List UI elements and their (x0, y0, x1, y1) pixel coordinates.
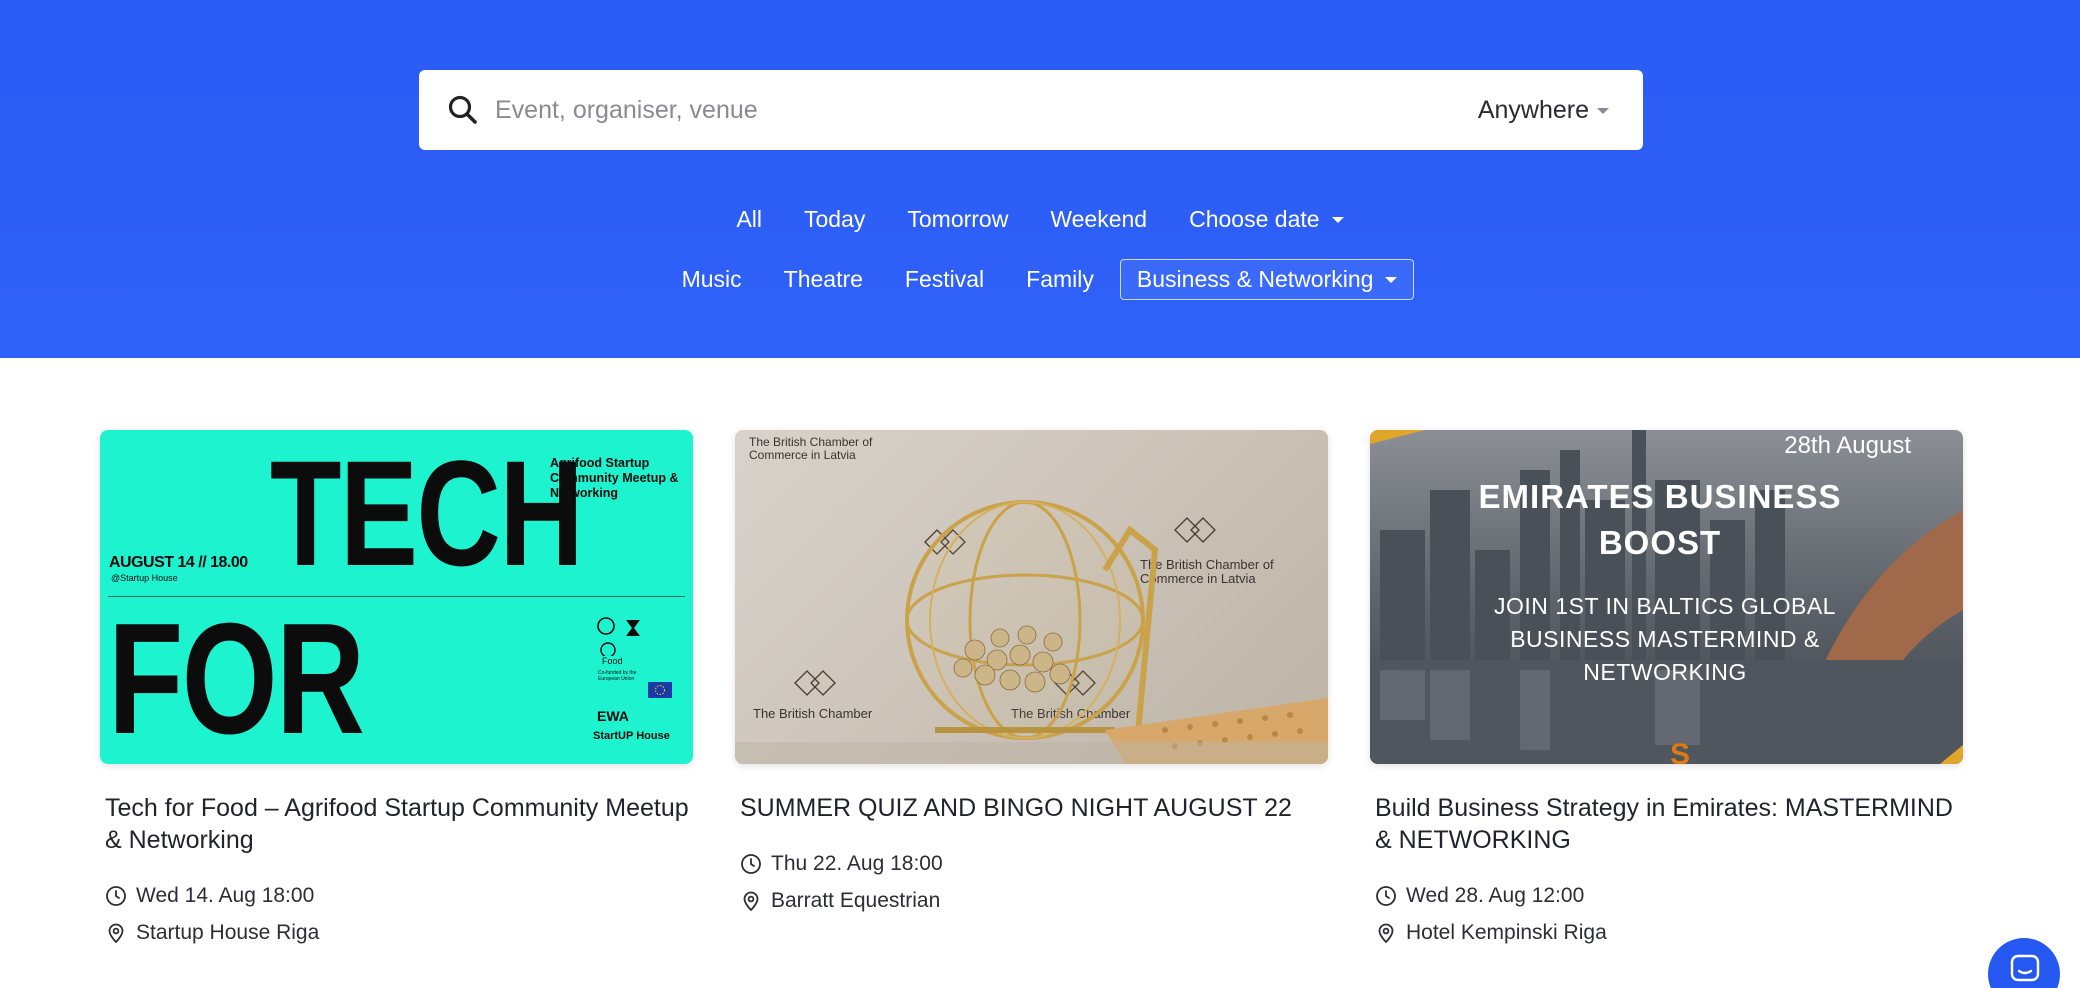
search-input[interactable] (495, 88, 1375, 132)
category-filters: Music Theatre Festival Family Business &… (0, 258, 2080, 300)
event-title[interactable]: Tech for Food – Agrifood Startup Communi… (100, 792, 693, 856)
event-card[interactable]: S 28th August EMIRATES BUSINESS BOOST JO… (1370, 430, 1963, 947)
poster-place: @Startup House (111, 573, 178, 583)
filter-choose-date[interactable]: Choose date (1173, 200, 1359, 239)
event-venue: Startup House Riga (100, 919, 693, 947)
clock-icon (106, 886, 126, 906)
filter-festival[interactable]: Festival (889, 260, 1000, 299)
event-datetime: Wed 28. Aug 12:00 (1370, 882, 1963, 910)
filter-today[interactable]: Today (788, 200, 881, 239)
chevron-down-icon (1385, 277, 1398, 283)
clock-icon (741, 854, 761, 874)
bingo-cage-illustration (735, 500, 1328, 764)
event-title[interactable]: SUMMER QUIZ AND BINGO NIGHT AUGUST 22 (735, 792, 1328, 824)
poster-logo-food: Food (602, 656, 623, 666)
filter-tomorrow[interactable]: Tomorrow (891, 200, 1024, 239)
filter-theatre[interactable]: Theatre (768, 260, 879, 299)
chat-icon (2010, 954, 2040, 982)
location-label: Anywhere (1477, 95, 1589, 124)
chevron-down-icon (1597, 108, 1609, 114)
event-poster: S 28th August EMIRATES BUSINESS BOOST JO… (1370, 430, 1963, 764)
poster-logo-startup-house: StartUP House (593, 730, 670, 742)
filter-all[interactable]: All (720, 200, 778, 239)
poster-logo-ewa: EWA (597, 708, 629, 724)
chat-button[interactable] (1988, 938, 2060, 988)
hero-banner: Anywhere All Today Tomorrow Weekend Choo… (0, 0, 2080, 358)
event-datetime: Thu 22. Aug 18:00 (735, 850, 1328, 878)
svg-text:S: S (1670, 738, 1690, 764)
filter-music[interactable]: Music (666, 260, 758, 299)
search-bar: Anywhere (419, 70, 1643, 150)
event-image[interactable]: S 28th August EMIRATES BUSINESS BOOST JO… (1370, 430, 1963, 764)
poster-headline-1: TECH (270, 430, 584, 597)
poster-date: AUGUST 14 // 18.00 (109, 554, 248, 571)
event-card[interactable]: TECH FOR FOOD Agrifood Startup Community… (100, 430, 693, 947)
clock-icon (1376, 886, 1396, 906)
poster-headline: EMIRATES BUSINESS BOOST (1478, 478, 1842, 561)
eu-flag-icon (648, 682, 672, 698)
search-icon (448, 95, 477, 124)
poster-date: 28th August (1784, 432, 1911, 459)
event-card[interactable]: The British Chamber of Commerce in Latvi… (735, 430, 1328, 915)
date-filters: All Today Tomorrow Weekend Choose date (0, 198, 2080, 240)
poster-headline-2: FOR FOOD (108, 591, 459, 764)
filter-business-networking[interactable]: Business & Networking (1119, 258, 1415, 300)
chevron-down-icon (1331, 217, 1344, 223)
poster-tagline: JOIN 1ST IN BALTICS GLOBAL BUSINESS MAST… (1494, 593, 1836, 685)
event-list: TECH FOR FOOD Agrifood Startup Community… (100, 430, 1964, 988)
map-pin-icon (108, 923, 124, 944)
event-venue: Hotel Kempinski Riga (1370, 919, 1963, 947)
partner-logos-icon (597, 617, 640, 656)
filter-family[interactable]: Family (1010, 260, 1110, 299)
event-image[interactable]: The British Chamber of Commerce in Latvi… (735, 430, 1328, 764)
event-datetime: Wed 14. Aug 18:00 (100, 882, 693, 910)
event-poster: TECH FOR FOOD Agrifood Startup Community… (100, 430, 693, 764)
event-image[interactable]: TECH FOR FOOD Agrifood Startup Community… (100, 430, 693, 764)
event-venue: Barratt Equestrian (735, 887, 1328, 915)
map-pin-icon (1378, 923, 1394, 944)
location-dropdown[interactable]: Anywhere (1478, 90, 1609, 130)
filter-weekend[interactable]: Weekend (1034, 200, 1163, 239)
poster-logo-eu: Co-funded by the European Union (598, 670, 637, 682)
poster-subtitle: Agrifood Startup Community Meetup & Netw… (550, 456, 679, 500)
event-title[interactable]: Build Business Strategy in Emirates: MAS… (1370, 792, 1963, 856)
map-pin-icon (743, 891, 759, 912)
event-photo: The British Chamber of Commerce in Latvi… (735, 430, 1328, 764)
